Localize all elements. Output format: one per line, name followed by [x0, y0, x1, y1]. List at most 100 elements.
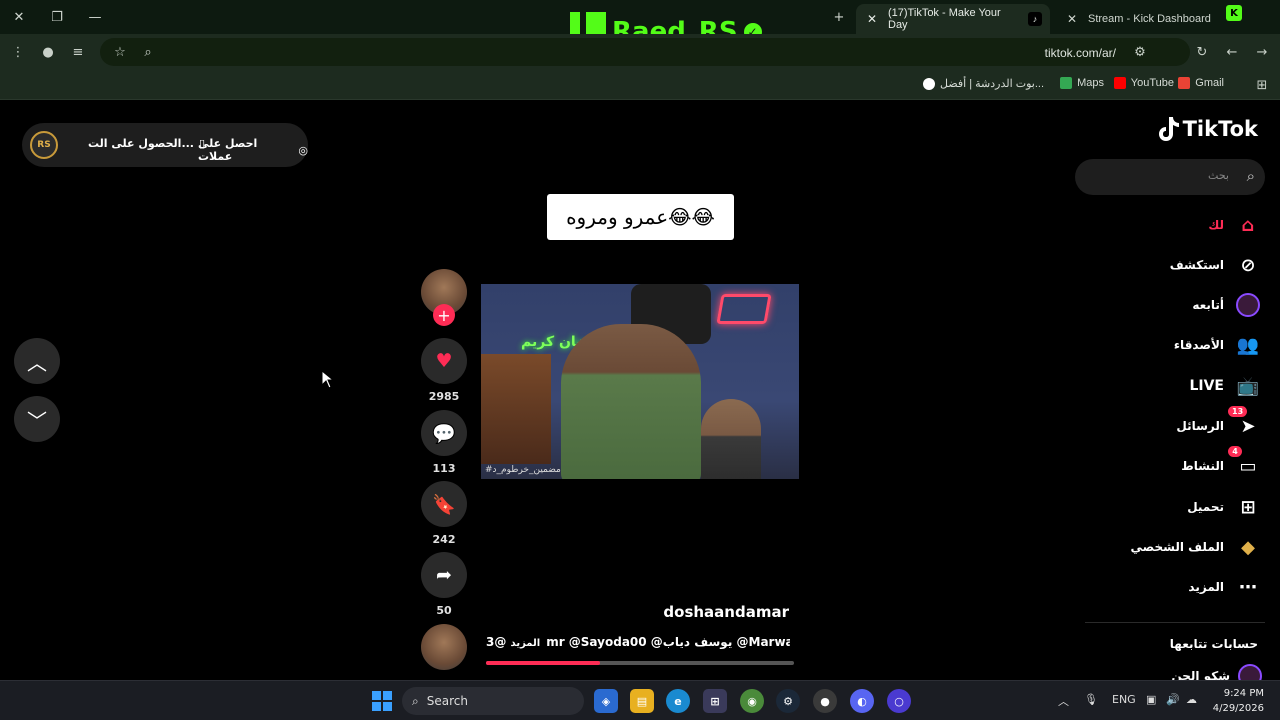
close-tab-icon[interactable]: ✕ — [1064, 12, 1080, 26]
search-icon: ⌕ — [412, 693, 419, 708]
activity-icon: ▭ 4 — [1228, 446, 1262, 480]
microphone-icon[interactable]: 🎙 — [1084, 693, 1098, 706]
messages-badge: 13 — [1228, 406, 1248, 417]
profile-avatar-icon[interactable]: ● — [38, 42, 58, 62]
browser-tab-bar: ✕ ❐ — Raed_RS ✓ + ✕ (17)TikTok - Make Yo… — [0, 0, 1280, 52]
url-text: tiktok.com/ar/ — [1044, 46, 1116, 60]
tab-kick[interactable]: ✕ Stream - Kick Dashboard — [1056, 4, 1250, 34]
weather-cloud-icon[interactable]: ☁ — [1186, 693, 1197, 706]
volume-icon[interactable]: 🔊 — [1166, 693, 1180, 706]
share-arrow-icon: ➦ — [436, 564, 452, 586]
comment-button[interactable]: 💬 — [421, 410, 467, 456]
more-icon: ⋯ — [1239, 576, 1257, 598]
back-icon[interactable]: ← — [1222, 42, 1242, 62]
close-tab-icon[interactable]: ✕ — [864, 12, 880, 26]
windows-taskbar: ⌕ Search ◈ ▤ e ⊞ ◉ ⚙ ● ◐ ○ ︿ 🎙 ENG ▣ 🔊 ☁… — [0, 680, 1280, 720]
show-hidden-icons-icon[interactable]: ︿ — [1058, 693, 1069, 709]
bookmark-youtube[interactable]: YouTube — [1113, 77, 1174, 89]
site-settings-icon[interactable]: ⚙ — [1130, 42, 1150, 62]
sidebar-item-explore[interactable]: استكشف ⊘ — [1170, 251, 1262, 279]
reading-list-icon[interactable]: ≡ — [68, 42, 88, 62]
start-button[interactable] — [370, 689, 394, 713]
language-indicator[interactable]: ENG — [1112, 693, 1136, 706]
steam-icon[interactable]: ⚙ — [776, 689, 800, 713]
comment-count: 113 — [432, 462, 456, 475]
file-explorer-icon[interactable]: ▤ — [630, 689, 654, 713]
app-icon[interactable]: ○ — [887, 689, 911, 713]
video-author[interactable]: doshaandamar — [600, 603, 789, 621]
zoom-icon[interactable]: ⌕ — [138, 42, 158, 62]
bookmark-chatbot[interactable]: بوت الدردشة | أفضل... — [923, 77, 1044, 90]
top-action-pill: RS الحصول على الت... ▯ احصل على عملات ◎ — [22, 123, 308, 167]
follow-button[interactable]: + — [433, 304, 455, 326]
next-creator-avatar[interactable] — [421, 624, 467, 670]
sidebar-item-following[interactable]: أتابعه — [1192, 291, 1262, 319]
next-video-button[interactable]: ﹀ — [14, 396, 60, 442]
video-player[interactable]: رمضان كريم #مضمين_خرطوم_د — [481, 284, 799, 479]
profile-avatar-icon: ◆ — [1241, 536, 1255, 558]
sidebar-item-live[interactable]: LIVE 📺 — [1189, 372, 1262, 400]
sidebar-item-upload[interactable]: تحميل ⊞ — [1187, 493, 1262, 521]
close-window-button[interactable]: ✕ — [0, 0, 38, 34]
video-progress-bar[interactable] — [486, 661, 794, 665]
like-button[interactable]: ♥ — [421, 338, 467, 384]
bookmark-maps[interactable]: Maps — [1060, 77, 1104, 89]
edge-browser-icon[interactable]: e — [666, 689, 690, 713]
get-coins-button[interactable]: احصل على عملات ◎ — [198, 137, 308, 163]
user-avatar[interactable]: RS — [30, 131, 58, 159]
chrome-browser-icon[interactable]: ◉ — [740, 689, 764, 713]
network-icon[interactable]: ▣ — [1146, 693, 1156, 706]
menu-dots-icon[interactable]: ⋮ — [8, 42, 28, 62]
discord-icon[interactable]: ◐ — [850, 689, 874, 713]
save-count: 242 — [432, 533, 456, 546]
sidebar-item-more[interactable]: المزيد ⋯ — [1188, 573, 1262, 601]
store-icon[interactable]: ⊞ — [703, 689, 727, 713]
bookmark-star-icon[interactable]: ☆ — [110, 42, 130, 62]
restore-window-button[interactable]: ❐ — [38, 0, 76, 34]
sidebar-item-friends[interactable]: الأصدقاء 👥 — [1174, 331, 1262, 359]
divider — [1085, 622, 1265, 623]
home-icon: ⌂ — [1241, 214, 1255, 236]
search-input[interactable]: بحث ⌕ — [1075, 159, 1265, 195]
minimize-window-button[interactable]: — — [76, 0, 114, 34]
get-app-button[interactable]: الحصول على الت... ▯ — [88, 137, 205, 150]
address-bar[interactable]: ☆ ⌕ tiktok.com/ar/ ⚙ — [100, 38, 1190, 66]
forward-icon[interactable]: → — [1252, 42, 1272, 62]
share-button[interactable]: ➦ — [421, 552, 467, 598]
youtube-icon — [1113, 77, 1126, 89]
video-neon-sign — [716, 294, 772, 324]
apps-grid-icon[interactable]: ⊞ — [1252, 75, 1272, 95]
copilot-app-icon[interactable]: ◈ — [594, 689, 618, 713]
sidebar-item-activity[interactable]: النشاط ▭ 4 — [1181, 446, 1262, 480]
friends-icon: 👥 — [1236, 334, 1260, 356]
live-tv-icon: 📺 — [1236, 375, 1260, 397]
bookmark-gmail[interactable]: Gmail — [1178, 77, 1224, 89]
chevron-up-icon: ︿ — [27, 350, 47, 375]
following-account-item[interactable]: شكو الجن — [1171, 664, 1262, 680]
reload-icon[interactable]: ↻ — [1192, 42, 1212, 62]
sidebar-item-profile[interactable]: الملف الشخصي ◆ — [1131, 533, 1262, 561]
tiktok-favicon-icon: ♪ — [1028, 12, 1042, 26]
sidebar-item-messages[interactable]: الرسائل ➤ 13 — [1176, 406, 1262, 440]
like-count: 2985 — [428, 390, 460, 403]
coin-icon: ◎ — [298, 143, 308, 157]
video-hashtag-overlay: #مضمين_خرطوم_د — [485, 465, 561, 475]
sidebar-item-for-you[interactable]: لك ⌂ — [1208, 211, 1262, 239]
following-accounts-header: حسابات تتابعها — [1169, 637, 1258, 651]
system-clock[interactable]: 9:24 PM 4/29/2026 — [1213, 686, 1264, 716]
tiktok-logo[interactable]: TikTok — [1157, 117, 1258, 141]
obs-icon[interactable]: ● — [813, 689, 837, 713]
previous-video-button[interactable]: ︿ — [14, 338, 60, 384]
taskbar-search[interactable]: ⌕ Search — [402, 687, 584, 715]
heart-icon: ♥ — [435, 350, 453, 372]
following-account-avatar — [1238, 664, 1262, 680]
save-button[interactable]: 🔖 — [421, 481, 467, 527]
tiktok-page: RS الحصول على الت... ▯ احصل على عملات ◎ … — [0, 101, 1280, 680]
video-caption-box: عمرو ومروه😂😂 — [547, 194, 734, 240]
chatbot-icon — [923, 77, 935, 90]
tab-tiktok[interactable]: ✕ (17)TikTok - Make Your Day ♪ — [856, 4, 1050, 34]
video-child — [701, 399, 761, 479]
see-more-link[interactable]: المزيد — [511, 638, 541, 649]
search-icon: ⌕ — [1246, 167, 1255, 185]
new-tab-button[interactable]: + — [820, 0, 858, 34]
